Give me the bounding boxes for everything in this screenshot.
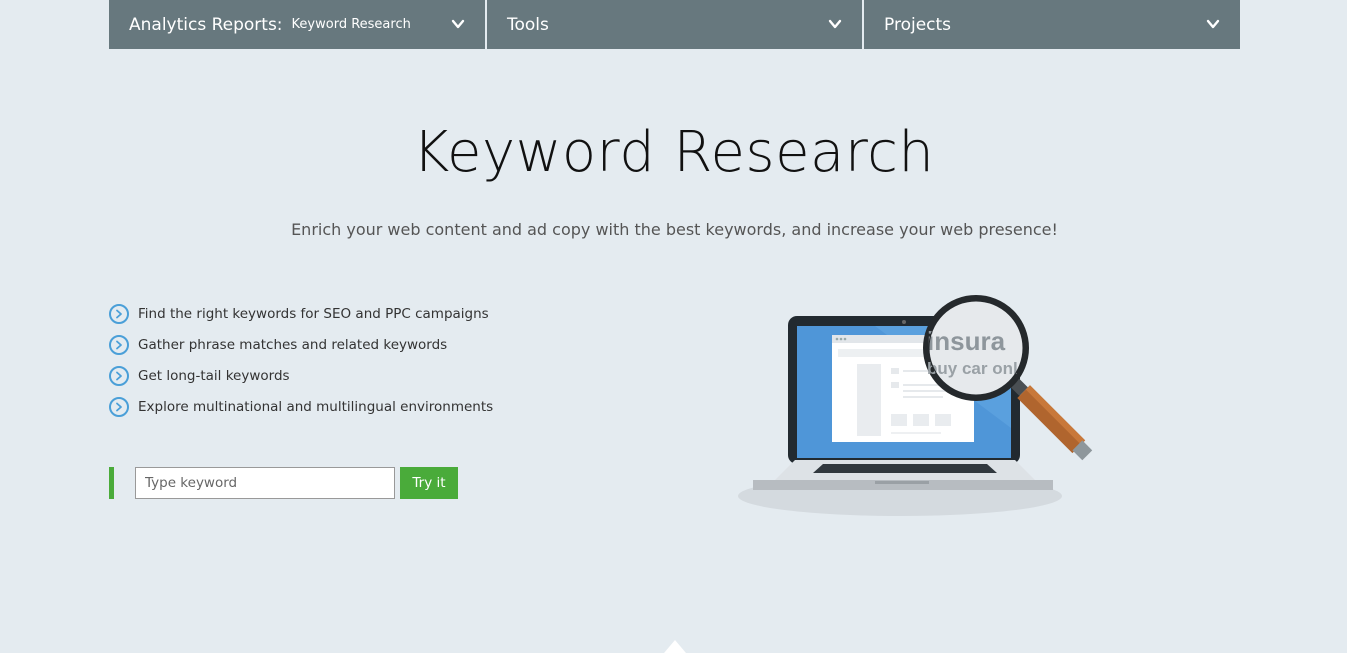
feature-list: Find the right keywords for SEO and PPC …: [109, 298, 493, 422]
list-item: Get long-tail keywords: [109, 360, 493, 391]
nav-analytics-reports[interactable]: Analytics Reports: Keyword Research: [109, 0, 485, 49]
keyword-input[interactable]: [135, 467, 395, 499]
page-sidebar-block: [857, 364, 881, 436]
list-item: Find the right keywords for SEO and PPC …: [109, 298, 493, 329]
feature-text: Find the right keywords for SEO and PPC …: [138, 305, 489, 322]
feature-text: Explore multinational and multilingual e…: [138, 398, 494, 415]
window-dot: [843, 337, 847, 341]
page-tile: [913, 414, 929, 426]
nav-sublabel: Keyword Research: [291, 17, 411, 32]
chevron-circle-icon: [109, 303, 129, 324]
chevron-down-icon: [1206, 19, 1220, 29]
page-line: [891, 432, 941, 434]
top-nav: Analytics Reports: Keyword Research Tool…: [109, 0, 1240, 49]
magnifier-text-2: buy car onl: [927, 359, 1018, 378]
magnifier-text-1: insura: [927, 326, 1006, 356]
nav-label: Analytics Reports:: [129, 14, 283, 35]
feature-text: Get long-tail keywords: [138, 367, 290, 384]
chevron-circle-icon: [109, 334, 129, 355]
page-line: [891, 368, 899, 374]
nav-tools[interactable]: Tools: [485, 0, 862, 49]
nav-label: Tools: [507, 14, 549, 35]
page-tile: [891, 414, 907, 426]
list-item: Explore multinational and multilingual e…: [109, 391, 493, 422]
nav-label: Projects: [884, 14, 952, 35]
section-notch: [664, 640, 686, 653]
page-tile: [935, 414, 951, 426]
window-dot: [835, 337, 839, 341]
chevron-down-icon: [828, 19, 842, 29]
chevron-circle-icon: [109, 396, 129, 417]
page-title: Keyword Research: [412, 120, 935, 185]
window-dot: [839, 337, 843, 341]
camera-dot: [902, 320, 906, 324]
feature-text: Gather phrase matches and related keywor…: [138, 336, 448, 353]
page-line: [903, 390, 947, 392]
chevron-down-icon: [451, 19, 465, 29]
page: Analytics Reports: Keyword Research Tool…: [0, 0, 1347, 653]
keyboard-slot: [813, 464, 997, 473]
list-item: Gather phrase matches and related keywor…: [109, 329, 493, 360]
try-it-button[interactable]: Try it: [400, 467, 458, 499]
page-line: [903, 396, 943, 398]
trackpad-notch: [875, 481, 929, 484]
page-line: [891, 382, 899, 388]
page-subtitle: Enrich your web content and ad copy with…: [291, 220, 1058, 239]
chevron-circle-icon: [109, 365, 129, 386]
nav-projects[interactable]: Projects: [862, 0, 1240, 49]
accent-bar: [109, 467, 114, 499]
laptop-magnifier-illustration: insura buy car onl: [738, 295, 1093, 516]
